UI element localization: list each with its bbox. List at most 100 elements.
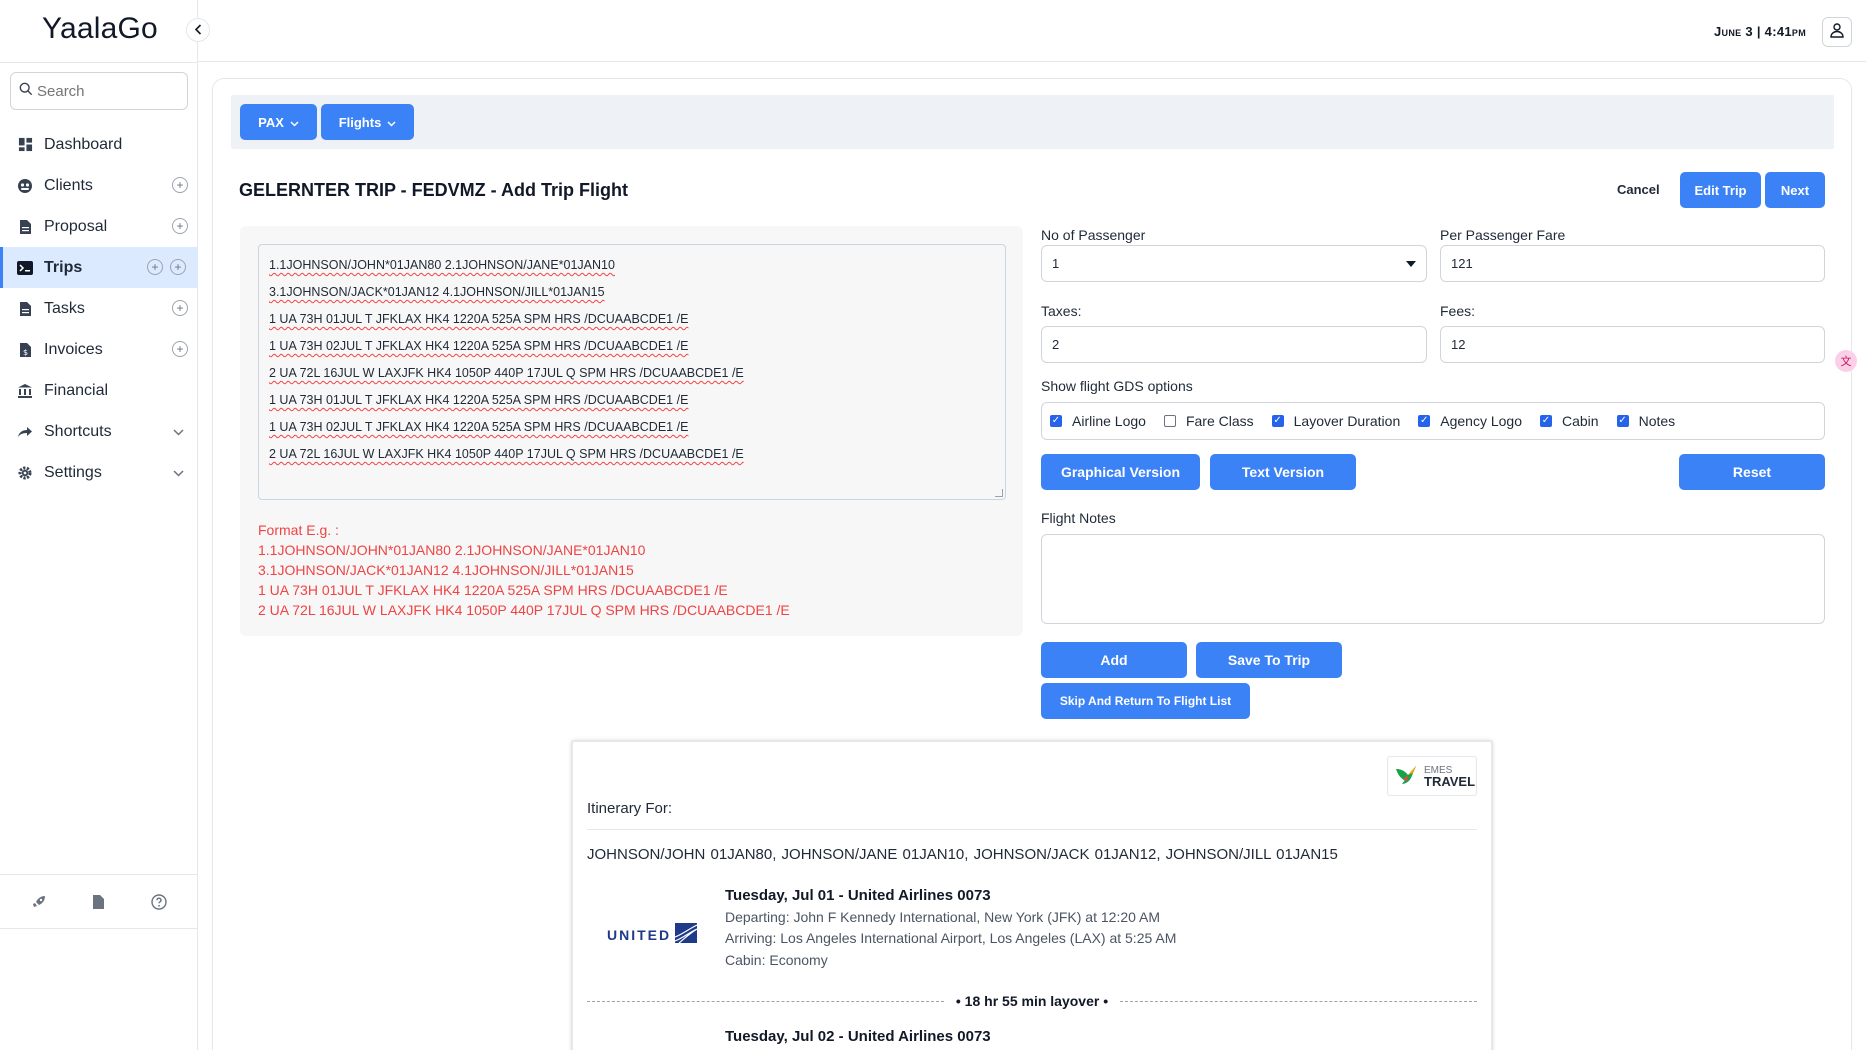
svg-text:$: $ [23,348,28,357]
sidebar-item-label: Invoices [44,340,103,358]
app-root: YaalaGo Dashboard Clients + [0,0,1866,1050]
segment-title: Tuesday, Jul 01 - United Airlines 0073 [725,887,991,904]
option-label: Cabin [1561,413,1599,429]
passengers-label: No of Passenger [1041,227,1146,243]
flight-notes-textarea[interactable] [1041,534,1825,624]
chevron-down-icon[interactable] [173,425,184,439]
topbar: June 3 | 4:41pm [198,0,1866,62]
format-line: 1.1JOHNSON/JOHN*01JAN80 2.1JOHNSON/JANE*… [258,542,646,558]
file-icon[interactable] [92,894,105,915]
sidebar-item-label: Tasks [44,299,85,317]
divider [587,1000,944,1002]
document-icon [16,218,34,236]
fees-label: Fees: [1440,303,1476,319]
cancel-button[interactable]: Cancel [1617,182,1660,197]
sidebar-nav: Dashboard Clients + Proposal + Trips + +… [0,124,198,493]
graphical-version-button[interactable]: Graphical Version [1041,454,1200,490]
checkbox-checked-icon[interactable]: ✓ [1050,415,1062,427]
sidebar-item-shortcuts[interactable]: Shortcuts [0,411,198,452]
gds-line: 3.1JOHNSON/JACK*01JAN12 4.1JOHNSON/JILL*… [269,285,605,299]
search-box[interactable] [10,72,188,110]
checkbox-checked-icon[interactable]: ✓ [1539,415,1552,427]
add-button[interactable]: Add [1041,642,1187,678]
segment-arriving: Arriving: Los Angeles International Airp… [725,930,1176,946]
sidebar-item-settings[interactable]: Settings [0,452,198,493]
arriving-label: Arriving: [725,930,777,946]
format-heading: Format E.g. : [258,522,339,538]
chevron-down-icon [290,115,299,130]
checkbox-checked-icon[interactable]: ✓ [1616,415,1629,427]
text-version-button[interactable]: Text Version [1210,454,1356,490]
sidebar-item-trips[interactable]: Trips + + [0,247,198,288]
edit-trip-button[interactable]: Edit Trip [1680,172,1761,208]
sidebar-item-tasks[interactable]: Tasks + [0,288,198,329]
layover-separator: • 18 hr 55 min layover • [587,993,1477,1009]
sidebar-item-label: Proposal [44,217,108,235]
user-menu-button[interactable] [1822,17,1852,47]
save-to-trip-button[interactable]: Save To Trip [1196,642,1342,678]
current-datetime: June 3 | 4:41pm [1714,24,1806,39]
checkbox-unchecked-icon[interactable] [1163,415,1176,427]
rocket-icon[interactable] [31,894,47,915]
add-trip-icon[interactable]: + [147,259,163,275]
segment-title: Tuesday, Jul 02 - United Airlines 0073 [725,1028,991,1045]
sidebar-footer [0,894,198,915]
add-invoice-icon[interactable]: + [172,341,188,357]
chevron-down-icon[interactable] [173,466,184,480]
reset-button[interactable]: Reset [1679,454,1825,490]
gds-line: 1 UA 73H 01JUL T JFKLAX HK4 1220A 525A S… [269,312,689,326]
add-trip-secondary-icon[interactable]: + [170,259,186,275]
arriving-value: Los Angeles International Airport, Los A… [780,930,1177,946]
sidebar-item-clients[interactable]: Clients + [0,165,198,206]
next-button[interactable]: Next [1765,172,1825,208]
checkbox-checked-icon[interactable]: ✓ [1418,415,1431,427]
sidebar-collapse-button[interactable] [186,18,210,42]
checkbox-checked-icon[interactable]: ✓ [1271,415,1284,427]
resize-handle[interactable] [995,489,1003,497]
agency-logo-text: EMES TRAVEL [1424,765,1475,788]
gds-line: 1.1JOHNSON/JOHN*01JAN80 2.1JOHNSON/JANE*… [269,258,615,272]
add-proposal-icon[interactable]: + [172,218,188,234]
taxes-label: Taxes: [1041,303,1082,319]
fare-value: 121 [1451,256,1473,271]
divider [1120,1000,1477,1002]
skip-return-button[interactable]: Skip And Return To Flight List [1041,683,1250,719]
option-layover-duration[interactable]: ✓ Layover Duration [1271,413,1401,429]
taxes-input[interactable]: 2 [1041,326,1427,363]
flights-label: Flights [338,114,382,130]
option-notes[interactable]: ✓ Notes [1616,413,1675,429]
clients-icon [16,177,34,195]
layover-duration: • 18 hr 55 min layover • [955,993,1109,1009]
gds-line: 1 UA 73H 02JUL T JFKLAX HK4 1220A 525A S… [269,339,689,353]
option-label: Airline Logo [1072,413,1146,429]
terminal-icon [16,259,34,277]
fare-input[interactable]: 121 [1440,245,1825,282]
sidebar-item-invoices[interactable]: $ Invoices + [0,329,198,370]
sidebar-item-label: Trips [44,258,83,276]
option-fare-class[interactable]: Fare Class [1163,413,1254,429]
format-line: 2 UA 72L 16JUL W LAXJFK HK4 1050P 440P 1… [258,602,790,618]
add-client-icon[interactable]: + [172,177,188,193]
airline-logo: UNITED [607,923,698,946]
sidebar-item-dashboard[interactable]: Dashboard [0,124,198,165]
option-label: Layover Duration [1293,413,1401,429]
help-icon[interactable] [151,894,167,915]
sidebar-item-financial[interactable]: Financial [0,370,198,411]
passengers-select[interactable]: 1 [1041,245,1427,282]
flights-dropdown-button[interactable]: Flights [321,104,414,140]
bank-icon [16,382,34,400]
chevron-left-icon [194,23,202,38]
pax-dropdown-button[interactable]: PAX [240,104,317,140]
option-airline-logo[interactable]: ✓ Airline Logo [1050,413,1146,429]
search-input[interactable] [37,82,177,100]
option-cabin[interactable]: ✓ Cabin [1539,413,1599,429]
fees-input[interactable]: 12 [1440,326,1825,363]
agency-logo: EMES TRAVEL [1387,756,1477,796]
passengers-value: 1 [1052,256,1060,271]
brand-logo[interactable]: YaalaGo [42,12,158,46]
sidebar-item-proposal[interactable]: Proposal + [0,206,198,247]
translate-widget-icon[interactable]: 文 [1835,350,1857,372]
option-agency-logo[interactable]: ✓ Agency Logo [1418,413,1522,429]
gds-input-textarea[interactable]: 1.1JOHNSON/JOHN*01JAN80 2.1JOHNSON/JANE*… [258,244,1006,500]
add-task-icon[interactable]: + [172,300,188,316]
